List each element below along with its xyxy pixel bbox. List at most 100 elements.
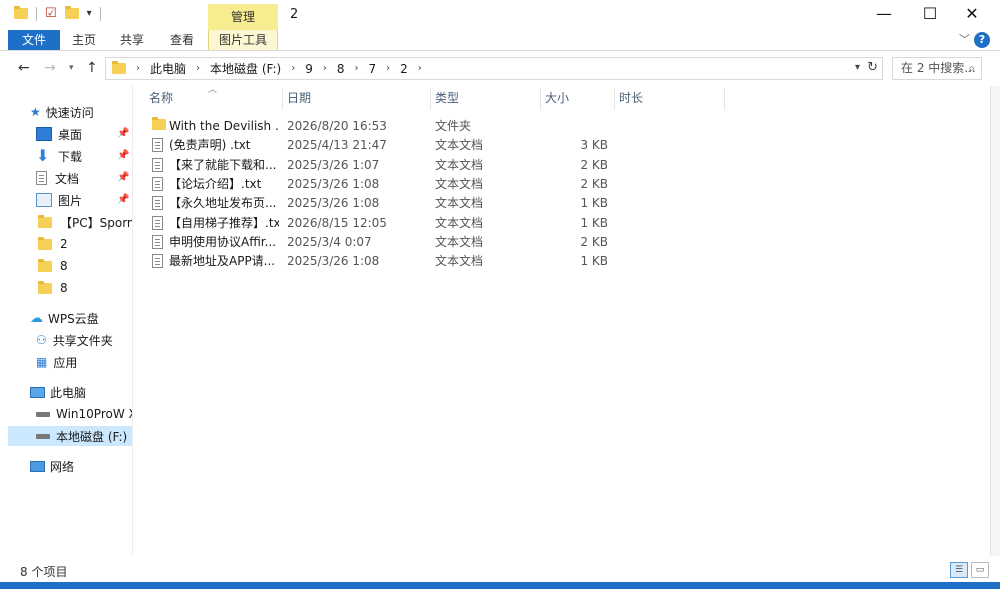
tab-file[interactable]: 文件 <box>8 30 60 50</box>
chevron-right-icon[interactable]: › <box>196 63 200 74</box>
column-type[interactable]: 类型 <box>431 88 541 110</box>
navigation-pane: ★ 快速访问 桌面 📌 ⬇ 下载 📌 文档 📌 图片 📌 【PC】Spornb … <box>8 86 132 556</box>
cloud-icon: ☁ <box>30 310 43 326</box>
column-date[interactable]: 日期 <box>283 88 431 110</box>
nav-label: 共享文件夹 <box>52 333 113 348</box>
nav-folder-8a[interactable]: 8 <box>38 256 132 276</box>
column-size[interactable]: 大小 <box>541 88 615 110</box>
pin-icon[interactable]: 📌 <box>117 128 129 139</box>
tab-picture-tools[interactable]: 图片工具 <box>208 30 278 50</box>
chevron-right-icon[interactable]: › <box>323 63 327 74</box>
file-row[interactable]: 【来了就能下载和... 2025/3/26 1:07 文本文档 2 KB <box>145 156 615 175</box>
file-name: 申明使用协议Affir... <box>169 235 277 249</box>
breadcrumb-2[interactable]: 2 <box>400 62 408 76</box>
file-type: 文本文档 <box>435 177 484 191</box>
chevron-right-icon[interactable]: › <box>355 63 359 74</box>
file-row[interactable]: 【自用梯子推荐】.txt 2026/8/15 12:05 文本文档 1 KB <box>145 214 615 233</box>
tab-home[interactable]: 主页 <box>64 30 104 50</box>
properties-icon[interactable]: ☑ <box>45 6 57 21</box>
nav-quick-access[interactable]: ★ 快速访问 <box>30 102 132 122</box>
breadcrumb-9[interactable]: 9 <box>305 62 313 76</box>
separator <box>36 6 37 21</box>
chevron-right-icon[interactable]: › <box>386 63 390 74</box>
close-button[interactable]: ✕ <box>949 0 995 30</box>
address-dropdown-icon[interactable]: ▾ <box>855 62 860 73</box>
forward-arrow-icon[interactable]: → <box>44 60 56 76</box>
nav-label: 下载 <box>58 149 83 164</box>
nav-shared-folder[interactable]: ⚇ 共享文件夹 <box>36 330 132 350</box>
nav-folder-8b[interactable]: 8 <box>38 278 132 298</box>
text-file-icon <box>152 254 163 268</box>
recent-locations-icon[interactable]: ▾ <box>69 63 74 73</box>
help-icon[interactable]: ? <box>974 32 990 48</box>
nav-this-pc[interactable]: 此电脑 <box>30 382 132 402</box>
file-name: 最新地址及APP请... <box>169 254 276 268</box>
ribbon-tabs: 文件 主页 共享 查看 图片工具 ﹀ ? <box>0 30 1000 50</box>
folder-icon <box>112 61 126 74</box>
drive-icon <box>36 433 50 439</box>
nav-documents[interactable]: 文档 📌 <box>36 168 132 188</box>
nav-folder-2[interactable]: 2 <box>38 234 132 254</box>
file-row[interactable]: With the Devilish ... 2026/8/20 16:53 文件… <box>145 117 615 136</box>
file-row[interactable]: (免责声明) .txt 2025/4/13 21:47 文本文档 3 KB <box>145 136 615 155</box>
file-row[interactable]: 【论坛介绍】.txt 2025/3/26 1:08 文本文档 2 KB <box>145 175 615 194</box>
customize-toolbar-icon[interactable]: ▾ <box>87 8 92 19</box>
chevron-right-icon[interactable]: › <box>418 63 422 74</box>
pin-icon[interactable]: 📌 <box>117 194 129 205</box>
file-name: 【来了就能下载和... <box>169 158 277 172</box>
ribbon-divider <box>0 50 1000 51</box>
pane-divider[interactable] <box>132 86 133 556</box>
large-icons-view-icon[interactable]: ▭ <box>971 562 989 578</box>
nav-network[interactable]: 网络 <box>30 456 132 476</box>
column-name[interactable]: 名称 <box>145 88 283 110</box>
network-icon <box>30 460 45 472</box>
separator <box>99 6 101 21</box>
file-size: 2 KB <box>580 158 608 172</box>
details-view-icon[interactable]: ☰ <box>950 562 968 578</box>
pin-icon[interactable]: 📌 <box>117 172 129 183</box>
address-bar[interactable]: › 此电脑 › 本地磁盘 (F:) › 9 › 8 › 7 › 2 › ▾ ↻ <box>105 57 883 80</box>
file-size <box>540 117 608 136</box>
file-row[interactable]: 【永久地址发布页... 2025/3/26 1:08 文本文档 1 KB <box>145 194 615 213</box>
nav-drive-f[interactable]: 本地磁盘 (F:) <box>8 426 132 446</box>
nav-label: 【PC】Spornb <box>60 215 132 230</box>
file-date: 2026/8/15 12:05 <box>287 216 387 230</box>
chevron-right-icon[interactable]: › <box>291 63 295 74</box>
minimize-button[interactable]: — <box>861 0 907 30</box>
new-folder-icon[interactable] <box>64 6 79 19</box>
expand-ribbon-icon[interactable]: ﹀ <box>959 31 970 47</box>
file-type: 文本文档 <box>435 138 484 152</box>
pin-icon[interactable]: 📌 <box>117 150 129 161</box>
nav-apps[interactable]: ▦ 应用 <box>36 352 132 372</box>
file-type: 文本文档 <box>435 158 484 172</box>
breadcrumb-7[interactable]: 7 <box>369 62 377 76</box>
maximize-button[interactable]: ☐ <box>907 0 953 30</box>
nav-wps-cloud[interactable]: ☁ WPS云盘 <box>30 308 132 328</box>
nav-drive-c[interactable]: Win10ProW X <box>36 404 132 424</box>
chevron-right-icon[interactable]: › <box>136 63 140 74</box>
breadcrumb-this-pc[interactable]: 此电脑 <box>150 60 186 77</box>
refresh-icon[interactable]: ↻ <box>867 60 878 75</box>
nav-pictures[interactable]: 图片 📌 <box>36 190 132 210</box>
file-date: 2025/3/26 1:08 <box>287 196 380 210</box>
tab-view[interactable]: 查看 <box>162 30 202 50</box>
breadcrumb-8[interactable]: 8 <box>337 62 345 76</box>
column-duration[interactable]: 时长 <box>615 88 725 110</box>
nav-desktop[interactable]: 桌面 📌 <box>36 124 132 144</box>
search-icon[interactable]: ⌕ <box>968 58 975 79</box>
nav-downloads[interactable]: ⬇ 下载 📌 <box>36 146 132 166</box>
file-size: 1 KB <box>580 254 608 268</box>
file-row[interactable]: 申明使用协议Affir... 2025/3/4 0:07 文本文档 2 KB <box>145 233 615 252</box>
file-row[interactable]: 最新地址及APP请... 2025/3/26 1:08 文本文档 1 KB <box>145 252 615 271</box>
up-arrow-icon[interactable]: ↑ <box>86 60 98 76</box>
text-file-icon <box>152 138 163 152</box>
desktop-icon <box>36 127 52 141</box>
manage-context-tab[interactable]: 管理 <box>208 4 278 30</box>
nav-label: 此电脑 <box>50 385 87 400</box>
tab-share[interactable]: 共享 <box>112 30 152 50</box>
breadcrumb-drive-f[interactable]: 本地磁盘 (F:) <box>210 60 281 77</box>
back-arrow-icon[interactable]: ← <box>18 60 30 76</box>
nav-folder-pc-spornb[interactable]: 【PC】Spornb <box>38 212 132 232</box>
drive-icon <box>36 411 50 417</box>
search-input[interactable]: 在 2 中搜索... ⌕ <box>892 57 982 80</box>
